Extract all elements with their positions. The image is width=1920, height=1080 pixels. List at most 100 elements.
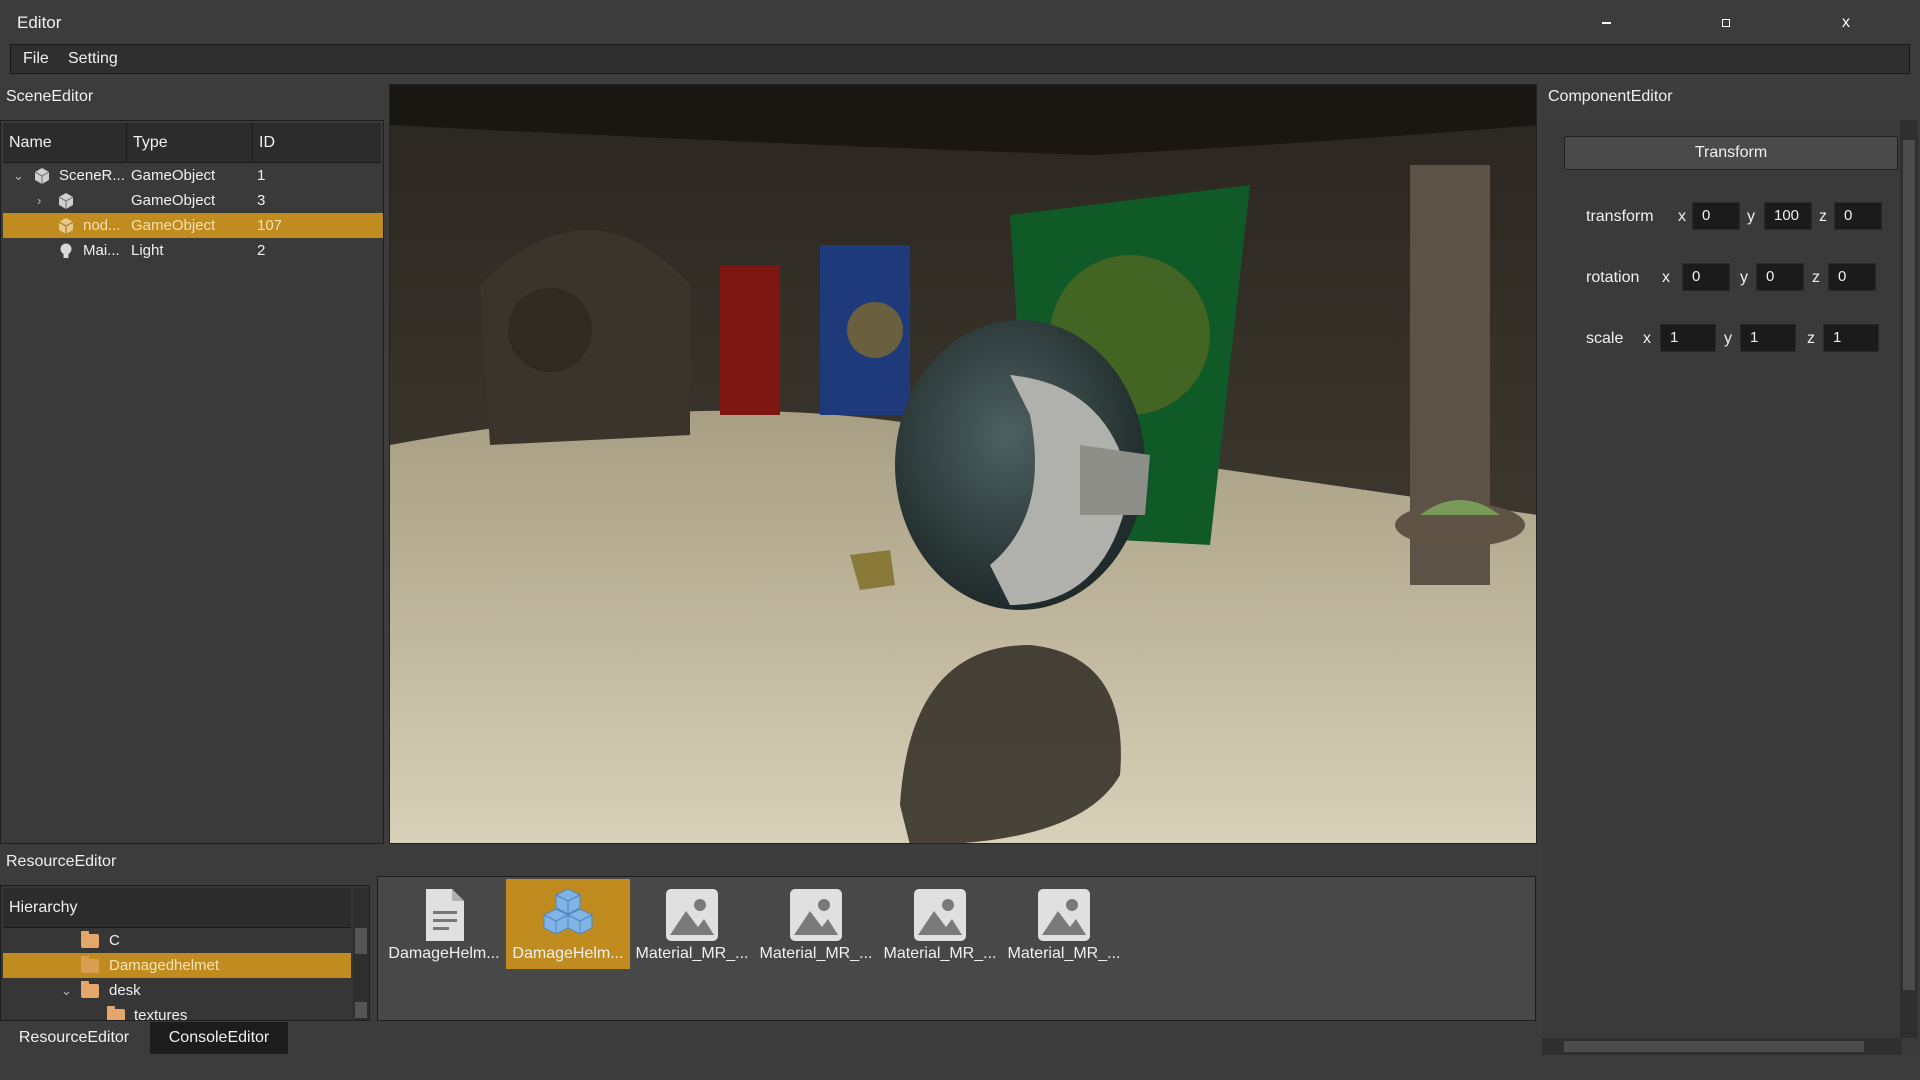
close-button[interactable]: x <box>1831 10 1861 36</box>
document-icon <box>426 889 464 941</box>
file-label: Material_MR_... <box>1007 945 1121 962</box>
row-id: 1 <box>257 167 266 184</box>
tab-console-editor[interactable]: ConsoleEditor <box>150 1022 288 1054</box>
transform-y-field[interactable]: 100 <box>1764 202 1812 230</box>
scene-tree-header: Name Type ID <box>3 123 381 163</box>
axis-z-label: z <box>1812 269 1820 286</box>
column-header-name[interactable]: Name <box>3 123 127 163</box>
title-bar: Editor x <box>0 0 1920 44</box>
hierarchy-folder-row[interactable]: C <box>3 928 351 953</box>
row-id: 107 <box>257 217 283 234</box>
rotation-z-field[interactable]: 0 <box>1828 263 1876 291</box>
scene-viewport[interactable] <box>389 84 1537 844</box>
axis-x-label: x <box>1678 208 1686 225</box>
column-header-id[interactable]: ID <box>253 123 381 163</box>
resource-file-item[interactable]: Material_MR_... <box>630 879 754 969</box>
hierarchy-vertical-scrollbar[interactable] <box>353 888 369 1020</box>
menu-setting[interactable]: Setting <box>68 50 118 68</box>
file-label: Material_MR_... <box>883 945 997 962</box>
row-id: 2 <box>257 242 266 259</box>
resource-file-item[interactable]: Material_MR_... <box>1002 879 1126 969</box>
rotation-y-field[interactable]: 0 <box>1756 263 1804 291</box>
resource-file-item[interactable]: DamageHelm... <box>382 879 506 969</box>
transform-z-field[interactable]: 0 <box>1834 202 1882 230</box>
window-title: Editor <box>17 13 62 32</box>
component-horizontal-scrollbar[interactable] <box>1542 1038 1902 1055</box>
component-editor-title: ComponentEditor <box>1548 88 1673 105</box>
rotation-label: rotation <box>1586 269 1640 286</box>
component-vertical-scrollbar[interactable] <box>1900 120 1918 1038</box>
resource-file-item[interactable]: Material_MR_... <box>878 879 1002 969</box>
scrollbar-thumb[interactable] <box>355 1002 367 1018</box>
folder-icon <box>81 956 99 973</box>
maximize-icon <box>1722 18 1730 27</box>
folder-label: C <box>109 932 120 949</box>
bottom-tab-bar: ResourceEditor ConsoleEditor <box>0 1022 1540 1055</box>
row-name: Mai... <box>83 242 120 259</box>
row-type: GameObject <box>131 217 216 234</box>
resource-file-item-selected[interactable]: DamageHelm... <box>506 879 630 969</box>
scrollbar-thumb[interactable] <box>1564 1041 1864 1052</box>
image-icon <box>1038 889 1090 941</box>
resource-editor-title: ResourceEditor <box>6 853 117 870</box>
folder-icon <box>81 981 99 998</box>
axis-z-label: z <box>1819 208 1827 225</box>
maximize-button[interactable] <box>1711 10 1741 36</box>
transform-component-button[interactable]: Transform <box>1564 136 1898 170</box>
scene-tree: Name Type ID ⌄ SceneR... GameObject 1 › … <box>0 120 384 844</box>
hierarchy-header[interactable]: Hierarchy <box>3 888 351 928</box>
component-editor-panel: Transform transform x 0 y 100 z 0 rotati… <box>1542 120 1920 1055</box>
axis-y-label: y <box>1724 330 1732 347</box>
folder-icon <box>107 1006 125 1020</box>
scale-z-field[interactable]: 1 <box>1823 324 1879 352</box>
row-name: nod... <box>83 217 121 234</box>
scene-row[interactable]: ⌄ SceneR... GameObject 1 <box>3 163 383 188</box>
cube-icon <box>58 193 74 209</box>
axis-z-label: z <box>1807 330 1815 347</box>
transform-label: transform <box>1586 208 1654 225</box>
menu-file[interactable]: File <box>23 50 49 68</box>
cube-icon <box>58 218 74 234</box>
folder-label: Damagedhelmet <box>109 957 220 974</box>
scene-row[interactable]: Mai... Light 2 <box>3 238 383 263</box>
collapse-arrow-icon[interactable]: ⌄ <box>13 163 24 188</box>
scene-editor-title: SceneEditor <box>6 88 94 105</box>
scrollbar-thumb[interactable] <box>355 928 367 954</box>
scale-y-field[interactable]: 1 <box>1740 324 1796 352</box>
row-id: 3 <box>257 192 266 209</box>
axis-y-label: y <box>1740 269 1748 286</box>
image-icon <box>790 889 842 941</box>
row-type: GameObject <box>131 167 216 184</box>
hierarchy-folder-row-selected[interactable]: Damagedhelmet <box>3 953 351 978</box>
scale-x-field[interactable]: 1 <box>1660 324 1716 352</box>
transform-x-field[interactable]: 0 <box>1692 202 1740 230</box>
scene-row[interactable]: › GameObject 3 <box>3 188 383 213</box>
axis-y-label: y <box>1747 208 1755 225</box>
scene-row-selected[interactable]: nod... GameObject 107 <box>3 213 383 238</box>
collapse-arrow-icon[interactable]: ⌄ <box>61 978 72 1003</box>
row-type: GameObject <box>131 192 216 209</box>
image-icon <box>666 889 718 941</box>
image-icon <box>914 889 966 941</box>
rotation-x-field[interactable]: 0 <box>1682 263 1730 291</box>
hierarchy-folder-row[interactable]: ⌄ desk <box>3 978 351 1003</box>
model-cubes-icon <box>542 888 594 935</box>
minimize-button[interactable] <box>1591 10 1621 36</box>
resource-file-grid: DamageHelm... DamageHelm... Material_MR_… <box>377 876 1536 1021</box>
resource-file-item[interactable]: Material_MR_... <box>754 879 878 969</box>
column-header-type[interactable]: Type <box>127 123 253 163</box>
folder-label: textures <box>134 1007 188 1021</box>
tab-resource-editor[interactable]: ResourceEditor <box>0 1022 148 1054</box>
file-label: Material_MR_... <box>759 945 873 962</box>
folder-label: desk <box>109 982 141 999</box>
scrollbar-thumb[interactable] <box>1903 140 1915 990</box>
resource-hierarchy-tree: Hierarchy C Damagedhelmet ⌄ desk texture… <box>0 885 370 1021</box>
file-label: DamageHelm... <box>388 945 500 962</box>
scale-label: scale <box>1586 330 1624 347</box>
lightbulb-icon <box>60 243 72 258</box>
expand-arrow-icon[interactable]: › <box>37 188 41 213</box>
folder-icon <box>81 931 99 948</box>
hierarchy-folder-row[interactable]: textures <box>3 1003 351 1021</box>
file-label: DamageHelm... <box>512 945 624 962</box>
axis-x-label: x <box>1643 330 1651 347</box>
